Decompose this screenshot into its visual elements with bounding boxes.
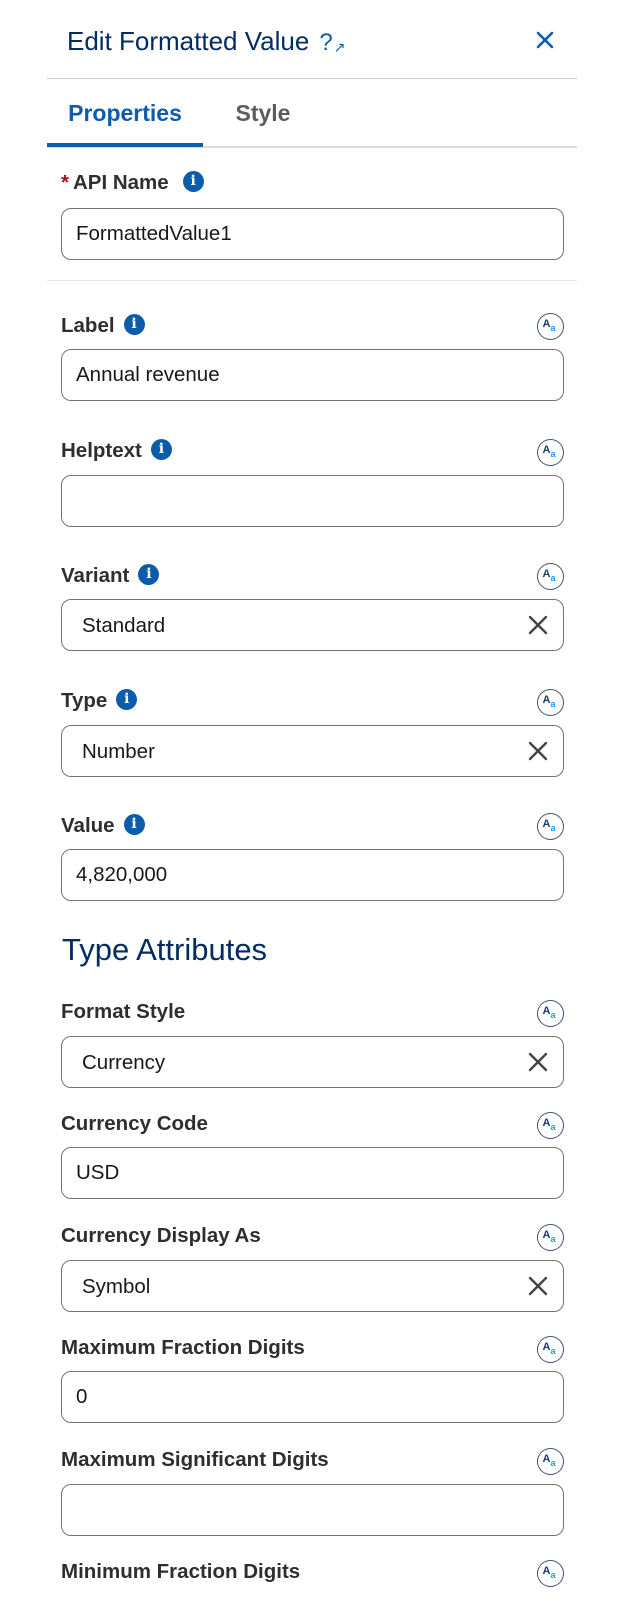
clear-icon[interactable] [526,739,550,763]
api-name-label-text: API Name [72,171,169,194]
panel-title-text: Edit Formatted Value [67,26,310,56]
label-field-label: Label i [61,313,145,338]
external-link-icon: ↗ [333,39,346,55]
info-icon[interactable]: i [182,170,204,192]
helptext-input[interactable] [61,475,564,527]
currency-display-as-resource-picker-button[interactable]: Aa [537,1224,564,1251]
clear-icon[interactable] [526,613,550,637]
max-fraction-digits-field-label-text: Maximum Fraction Digits [61,1336,305,1359]
value-resource-picker-button[interactable]: Aa [537,813,564,840]
currency-display-as-selected-value: Symbol [82,1275,151,1298]
currency-display-as-combobox[interactable]: Symbol [61,1260,564,1312]
value-input[interactable] [61,849,564,901]
resource-picker-icon: Aa [542,1564,556,1580]
currency-code-field-label: Currency Code [61,1112,208,1136]
currency-display-as-field-label-text: Currency Display As [61,1224,261,1247]
tab-bar: Properties Style [47,78,577,148]
variant-combobox[interactable]: Standard [61,599,564,651]
info-icon[interactable]: i [123,313,145,335]
section-divider [47,280,577,281]
resource-picker-icon: Aa [542,443,556,459]
resource-picker-icon: Aa [542,693,556,709]
tab-style[interactable]: Style [223,78,303,146]
max-fraction-digits-field-label: Maximum Fraction Digits [61,1336,305,1360]
resource-picker-icon: Aa [542,567,556,583]
clear-icon[interactable] [526,1274,550,1298]
format-style-selected-value: Currency [82,1051,166,1074]
max-significant-digits-resource-picker-button[interactable]: Aa [537,1448,564,1475]
min-fraction-digits-field-label: Minimum Fraction Digits [61,1560,300,1584]
min-fraction-digits-field-label-text: Minimum Fraction Digits [61,1560,301,1583]
required-marker: * [61,171,69,194]
api-name-label: * API Name i [61,170,204,195]
max-fraction-digits-input[interactable] [61,1371,564,1423]
close-icon [536,31,554,49]
variant-field-label: Variant i [61,563,160,588]
help-link[interactable]: ?↗ [319,29,345,56]
panel-title: Edit Formatted Value ?↗ [67,26,345,57]
format-style-combobox[interactable]: Currency [61,1036,564,1088]
close-button[interactable] [531,26,559,54]
currency-display-as-field-label: Currency Display As [61,1224,261,1248]
type-field-label: Type i [61,688,138,713]
currency-code-resource-picker-button[interactable]: Aa [537,1112,564,1139]
resource-picker-icon: Aa [542,317,556,333]
max-significant-digits-field-label-text: Maximum Significant Digits [61,1448,329,1471]
resource-picker-icon: Aa [542,1004,556,1020]
value-field-label: Value i [61,813,145,838]
resource-picker-icon: Aa [542,817,556,833]
label-input[interactable] [61,349,564,401]
helptext-field-label-text: Helptext [61,439,142,462]
variant-field-label-text: Variant [61,564,130,587]
resource-picker-icon: Aa [542,1228,556,1244]
label-resource-picker-button[interactable]: Aa [537,313,564,340]
format-style-field-label-text: Format Style [61,1000,186,1023]
format-style-resource-picker-button[interactable]: Aa [537,1000,564,1027]
resource-picker-icon: Aa [542,1340,556,1356]
type-field-label-text: Type [61,689,108,712]
type-attributes-heading: Type Attributes [62,932,268,967]
clear-icon[interactable] [526,1050,550,1074]
min-fraction-digits-resource-picker-button[interactable]: Aa [537,1560,564,1587]
label-field-label-text: Label [61,314,115,337]
helptext-field-label: Helptext i [61,438,172,463]
format-style-field-label: Format Style [61,1000,185,1024]
value-field-label-text: Value [61,814,115,837]
variant-selected-value: Standard [82,614,166,637]
type-combobox[interactable]: Number [61,725,564,777]
panel-header: Edit Formatted Value ?↗ [47,0,577,79]
currency-code-field-label-text: Currency Code [61,1112,208,1135]
info-icon[interactable]: i [123,813,145,835]
info-icon[interactable]: i [150,438,172,460]
max-significant-digits-input[interactable] [61,1484,564,1536]
api-name-input[interactable] [61,208,564,260]
currency-code-input[interactable] [61,1147,564,1199]
variant-resource-picker-button[interactable]: Aa [537,563,564,590]
resource-picker-icon: Aa [542,1452,556,1468]
info-icon[interactable]: i [116,688,138,710]
max-significant-digits-field-label: Maximum Significant Digits [61,1448,329,1472]
question-icon: ? [319,29,333,56]
info-icon[interactable]: i [138,563,160,585]
helptext-resource-picker-button[interactable]: Aa [537,439,564,466]
type-selected-value: Number [82,740,155,763]
tab-properties[interactable]: Properties [47,78,203,147]
max-fraction-digits-resource-picker-button[interactable]: Aa [537,1336,564,1363]
resource-picker-icon: Aa [542,1116,556,1132]
type-resource-picker-button[interactable]: Aa [537,689,564,716]
